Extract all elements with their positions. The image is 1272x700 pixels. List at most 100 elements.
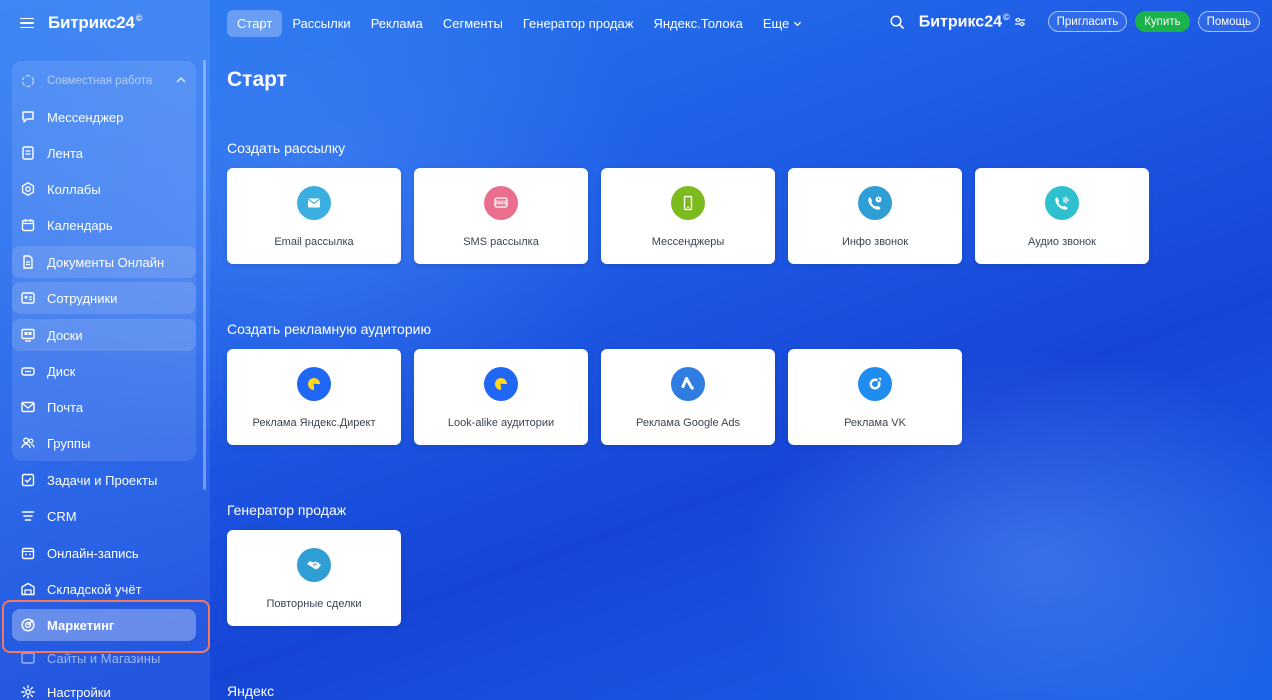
card-label: Мессенджеры: [651, 236, 725, 248]
tab-start[interactable]: Старт: [227, 9, 283, 37]
card-info-call[interactable]: Инфо звонок: [788, 168, 962, 264]
sidebar-group-label: Совместная работа: [47, 75, 153, 87]
card-vk-ads[interactable]: Реклама VK: [788, 349, 962, 445]
sidebar-item-boards[interactable]: Доски: [12, 319, 196, 351]
groups-icon: [20, 435, 36, 451]
email-icon: [297, 186, 331, 220]
tasks-icon: [20, 472, 36, 488]
sidebar-scrollbar[interactable]: [203, 60, 206, 490]
card-label: Инфо звонок: [841, 236, 909, 248]
card-google-ads[interactable]: Реклама Google Ads: [601, 349, 775, 445]
yandex-direct-icon: [484, 367, 518, 401]
tab-sales-generator[interactable]: Генератор продаж: [513, 10, 644, 37]
sidebar-item-label: Группы: [47, 435, 91, 451]
sidebar-item-label: Онлайн-запись: [47, 545, 139, 561]
sidebar-item-label: Задачи и Проекты: [47, 472, 158, 488]
tab-segments[interactable]: Сегменты: [433, 10, 513, 37]
search-icon[interactable]: [889, 14, 905, 30]
document-icon: [20, 254, 36, 270]
tab-more-label: Еще: [762, 15, 790, 31]
phone-icon: [671, 186, 705, 220]
brand-logo[interactable]: Битрикс24©: [48, 13, 142, 33]
chevron-up-icon[interactable]: [176, 75, 186, 85]
switch-theme-icon[interactable]: [1014, 16, 1026, 28]
section-title-yandex: Яндекс: [227, 683, 275, 699]
sidebar-group-header[interactable]: Совместная работа: [12, 65, 196, 97]
card-label: Реклама VK: [844, 417, 906, 429]
sidebar-item-label: Мессенджер: [47, 109, 124, 125]
sidebar-item-tasks[interactable]: Задачи и Проекты: [12, 464, 196, 496]
card-repeat-deals[interactable]: Повторные сделки: [227, 530, 401, 626]
mail-icon: [20, 399, 36, 415]
help-button[interactable]: Помощь: [1197, 11, 1260, 32]
sidebar-item-messenger[interactable]: Мессенджер: [12, 101, 196, 133]
tab-mailings[interactable]: Рассылки: [282, 10, 360, 37]
card-label: SMS рассылка: [463, 236, 539, 248]
sidebar-item-label: CRM: [47, 508, 77, 524]
collabs-icon: [20, 181, 36, 197]
vk-ads-icon: [858, 367, 892, 401]
employees-icon: [20, 290, 36, 306]
sidebar: Битрикс24© Совместная работа Мессенджер …: [0, 0, 210, 700]
app-window: Битрикс24© Совместная работа Мессенджер …: [0, 0, 1272, 700]
sidebar-item-label: Доски: [47, 327, 83, 343]
sidebar-item-label: Коллабы: [47, 181, 101, 197]
svg-text:SMS: SMS: [496, 201, 508, 207]
section-title-mailing: Создать рассылку: [227, 140, 346, 156]
sidebar-item-label: Настройки: [47, 684, 111, 700]
sidebar-item-booking[interactable]: Онлайн-запись: [12, 537, 196, 569]
brand-logo-top[interactable]: Битрикс24©: [919, 12, 1010, 31]
sidebar-item-feed[interactable]: Лента: [12, 137, 196, 169]
sidebar-item-disk[interactable]: Диск: [12, 355, 196, 387]
card-email-mailing[interactable]: Email рассылка: [227, 168, 401, 264]
buy-button[interactable]: Купить: [1135, 11, 1190, 32]
collab-group-icon: [20, 73, 36, 89]
sidebar-item-label: Календарь: [47, 217, 113, 233]
calendar-icon: [20, 217, 36, 233]
tab-yandex-toloka[interactable]: Яндекс.Толока: [643, 10, 752, 37]
sidebar-item-mail[interactable]: Почта: [12, 391, 196, 423]
sidebar-item-label: Лента: [47, 145, 83, 161]
warehouse-icon: [20, 581, 36, 597]
sidebar-item-collabs[interactable]: Коллабы: [12, 173, 196, 205]
card-label: Look-alike аудитории: [447, 417, 555, 429]
card-label: Реклама Google Ads: [635, 417, 741, 429]
tab-bar: Старт Рассылки Реклама Сегменты Генерато…: [227, 9, 812, 37]
tab-ads[interactable]: Реклама: [361, 10, 433, 37]
google-ads-icon: [671, 367, 705, 401]
sidebar-item-label: Документы Онлайн: [47, 254, 165, 270]
top-navigation: Старт Рассылки Реклама Сегменты Генерато…: [210, 0, 1272, 46]
invite-button[interactable]: Пригласить: [1047, 11, 1128, 32]
marketing-highlight-frame: [2, 600, 210, 653]
menu-icon[interactable]: [20, 17, 34, 29]
yandex-direct-icon: [297, 367, 331, 401]
booking-icon: [20, 545, 36, 561]
card-label: Email рассылка: [274, 236, 354, 248]
card-label: Аудио звонок: [1028, 236, 1096, 248]
messenger-icon: [20, 109, 36, 125]
chevron-down-icon: [794, 21, 802, 26]
sidebar-item-label: Диск: [47, 363, 76, 379]
tab-more[interactable]: Еще: [753, 10, 812, 37]
info-call-icon: [858, 186, 892, 220]
card-look-alike[interactable]: Look-alike аудитории: [414, 349, 588, 445]
sidebar-item-settings[interactable]: Настройки: [12, 676, 196, 700]
sidebar-item-calendar[interactable]: Календарь: [12, 209, 196, 241]
crm-icon: [20, 508, 36, 524]
boards-icon: [20, 327, 36, 343]
card-yandex-direct[interactable]: Реклама Яндекс.Директ: [227, 349, 401, 445]
card-label: Повторные сделки: [266, 598, 362, 610]
feed-icon: [20, 145, 36, 161]
section-title-sales-generator: Генератор продаж: [227, 502, 347, 518]
card-audio-call[interactable]: Аудио звонок: [975, 168, 1149, 264]
disk-icon: [20, 363, 36, 379]
card-messengers[interactable]: Мессенджеры: [601, 168, 775, 264]
sidebar-item-employees[interactable]: Сотрудники: [12, 282, 196, 314]
sidebar-item-documents[interactable]: Документы Онлайн: [12, 246, 196, 278]
sidebar-item-crm[interactable]: CRM: [12, 500, 196, 532]
sidebar-item-label: Сотрудники: [47, 290, 118, 306]
page-title: Старт: [227, 68, 287, 91]
card-label: Реклама Яндекс.Директ: [252, 417, 376, 429]
sidebar-item-groups[interactable]: Группы: [12, 427, 196, 459]
card-sms-mailing[interactable]: SMS SMS рассылка: [414, 168, 588, 264]
